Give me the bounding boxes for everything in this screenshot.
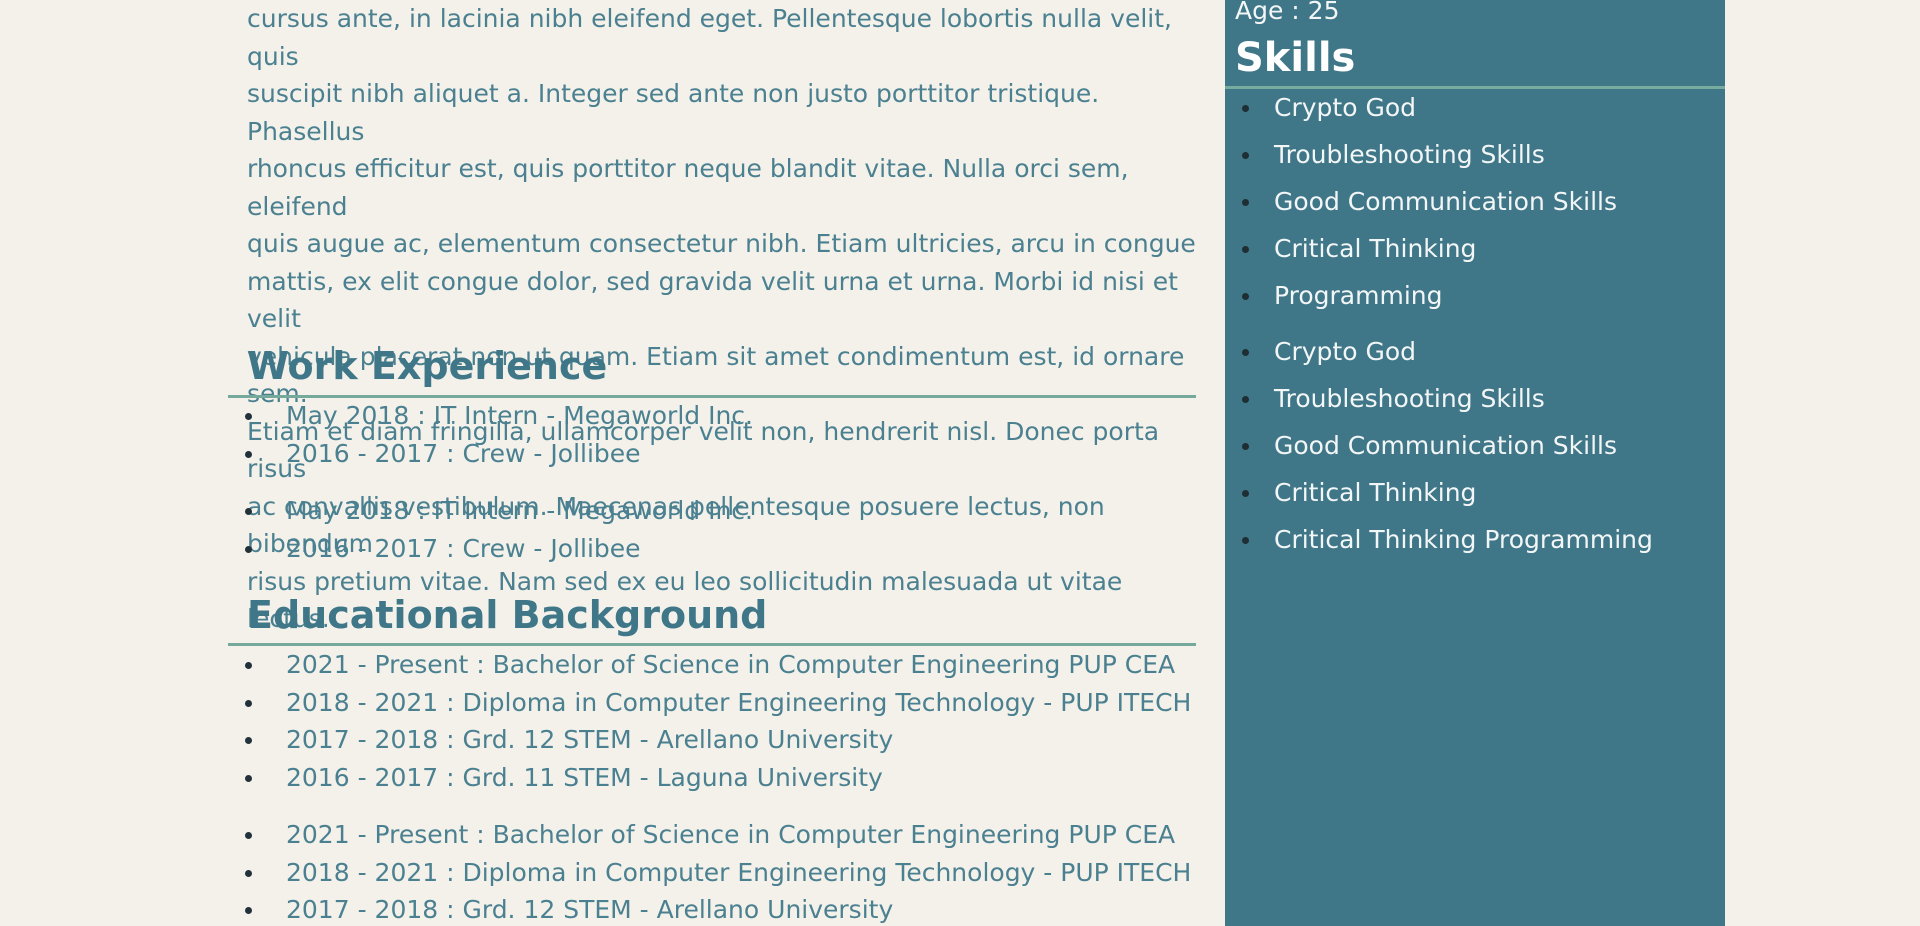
education-text: 2018 - 2021 : Diploma in Computer Engine…: [286, 857, 1192, 887]
bullet-icon: [245, 413, 252, 420]
bullet-icon: [245, 450, 252, 458]
age-text: Age : 25: [1235, 0, 1340, 25]
bullet-icon: [1242, 293, 1249, 300]
bullet-icon: [245, 774, 252, 782]
bullet-icon: [1242, 105, 1249, 112]
work-experience-text: 2016 - 2017 : Crew - Jollibee: [286, 438, 641, 468]
education-item: 2018 - 2021 : Diploma in Computer Engine…: [228, 854, 1196, 892]
work-experience-item: 2016 - 2017 : Crew - Jollibee: [228, 530, 1196, 568]
about-line: suscipit nibh aliquet a. Integer sed ant…: [247, 79, 1100, 146]
bullet-icon: [245, 869, 252, 877]
work-experience-item: May 2018 : IT Intern - Megaworld Inc.: [228, 397, 1196, 435]
education-item: 2017 - 2018 : Grd. 12 STEM - Arellano Un…: [228, 891, 1196, 926]
education-text: 2017 - 2018 : Grd. 12 STEM - Arellano Un…: [286, 895, 894, 924]
education-text: 2018 - 2021 : Diploma in Computer Engine…: [286, 687, 1192, 717]
skill-text: Troubleshooting Skills: [1274, 384, 1545, 413]
bullet-icon: [245, 699, 252, 707]
about-line: rhoncus efficitur est, quis porttitor ne…: [247, 154, 1129, 221]
skill-text: Programming: [1274, 281, 1443, 310]
skill-text: Critical Thinking: [1274, 478, 1477, 507]
bullet-icon: [245, 662, 252, 669]
skill-text: Crypto God: [1274, 93, 1416, 122]
bullet-icon: [245, 737, 252, 744]
bullet-icon: [1242, 349, 1249, 356]
work-experience-heading: Work Experience: [247, 344, 608, 388]
resume-page: cursus ante, in lacinia nibh eleifend eg…: [0, 0, 1920, 926]
skill-item: Programming: [1225, 272, 1725, 319]
sidebar: Age : 25 Skills Crypto God Troubleshooti…: [1225, 0, 1725, 926]
bullet-icon: [1242, 246, 1249, 253]
bullet-icon: [1242, 490, 1249, 497]
bullet-icon: [245, 545, 252, 553]
skill-item: Troubleshooting Skills: [1225, 131, 1725, 178]
skill-text: Critical Thinking: [1274, 234, 1477, 263]
skill-text: Crypto God: [1274, 337, 1416, 366]
education-item: 2021 - Present : Bachelor of Science in …: [228, 646, 1196, 684]
education-text: 2021 - Present : Bachelor of Science in …: [286, 650, 1176, 679]
work-experience-list: May 2018 : IT Intern - Megaworld Inc. 20…: [228, 397, 1196, 472]
about-line: mattis, ex elit congue dolor, sed gravid…: [247, 266, 1178, 334]
skill-item: Critical Thinking Programming: [1225, 516, 1725, 563]
skill-item: Crypto God: [1225, 84, 1725, 131]
skill-item: Crypto God: [1225, 328, 1725, 375]
skill-text: Good Communication Skills: [1274, 187, 1617, 216]
work-experience-text: 2016 - 2017 : Crew - Jollibee: [286, 533, 641, 563]
skill-item: Critical Thinking: [1225, 469, 1725, 516]
skills-heading: Skills: [1235, 35, 1356, 81]
about-line: cursus ante, in lacinia nibh eleifend eg…: [247, 4, 1172, 71]
skill-item: Troubleshooting Skills: [1225, 375, 1725, 422]
work-experience-list: May 2018 : IT Intern - Megaworld Inc. 20…: [228, 492, 1196, 567]
education-item: 2021 - Present : Bachelor of Science in …: [228, 816, 1196, 854]
skill-item: Good Communication Skills: [1225, 422, 1725, 469]
work-experience-text: May 2018 : IT Intern - Megaworld Inc.: [286, 401, 753, 430]
education-list: 2021 - Present : Bachelor of Science in …: [228, 646, 1196, 796]
skill-text: Troubleshooting Skills: [1274, 140, 1545, 169]
skills-list: Crypto God Troubleshooting Skills Good C…: [1225, 84, 1725, 319]
main-content: cursus ante, in lacinia nibh eleifend eg…: [228, 0, 1196, 926]
bullet-icon: [245, 907, 252, 914]
work-experience-item: May 2018 : IT Intern - Megaworld Inc.: [228, 492, 1196, 530]
skill-text: Critical Thinking Programming: [1274, 525, 1653, 554]
bullet-icon: [1242, 199, 1249, 206]
bullet-icon: [1242, 537, 1249, 544]
skill-item: Good Communication Skills: [1225, 178, 1725, 225]
education-item: 2017 - 2018 : Grd. 12 STEM - Arellano Un…: [228, 721, 1196, 759]
bullet-icon: [245, 832, 252, 839]
skill-text: Good Communication Skills: [1274, 431, 1617, 460]
skill-item: Critical Thinking: [1225, 225, 1725, 272]
bullet-icon: [245, 508, 252, 515]
education-item: 2016 - 2017 : Grd. 11 STEM - Laguna Univ…: [228, 759, 1196, 797]
education-list: 2021 - Present : Bachelor of Science in …: [228, 816, 1196, 926]
work-experience-text: May 2018 : IT Intern - Megaworld Inc.: [286, 496, 753, 525]
education-text: 2021 - Present : Bachelor of Science in …: [286, 820, 1176, 849]
education-text: 2016 - 2017 : Grd. 11 STEM - Laguna Univ…: [286, 762, 883, 792]
about-line: quis augue ac, elementum consectetur nib…: [247, 229, 1196, 258]
work-experience-item: 2016 - 2017 : Crew - Jollibee: [228, 435, 1196, 473]
skills-list: Crypto God Troubleshooting Skills Good C…: [1225, 328, 1725, 563]
bullet-icon: [1242, 443, 1249, 450]
education-heading: Educational Background: [247, 593, 768, 637]
bullet-icon: [1242, 396, 1249, 403]
bullet-icon: [1242, 152, 1249, 159]
education-text: 2017 - 2018 : Grd. 12 STEM - Arellano Un…: [286, 725, 894, 754]
education-item: 2018 - 2021 : Diploma in Computer Engine…: [228, 684, 1196, 722]
